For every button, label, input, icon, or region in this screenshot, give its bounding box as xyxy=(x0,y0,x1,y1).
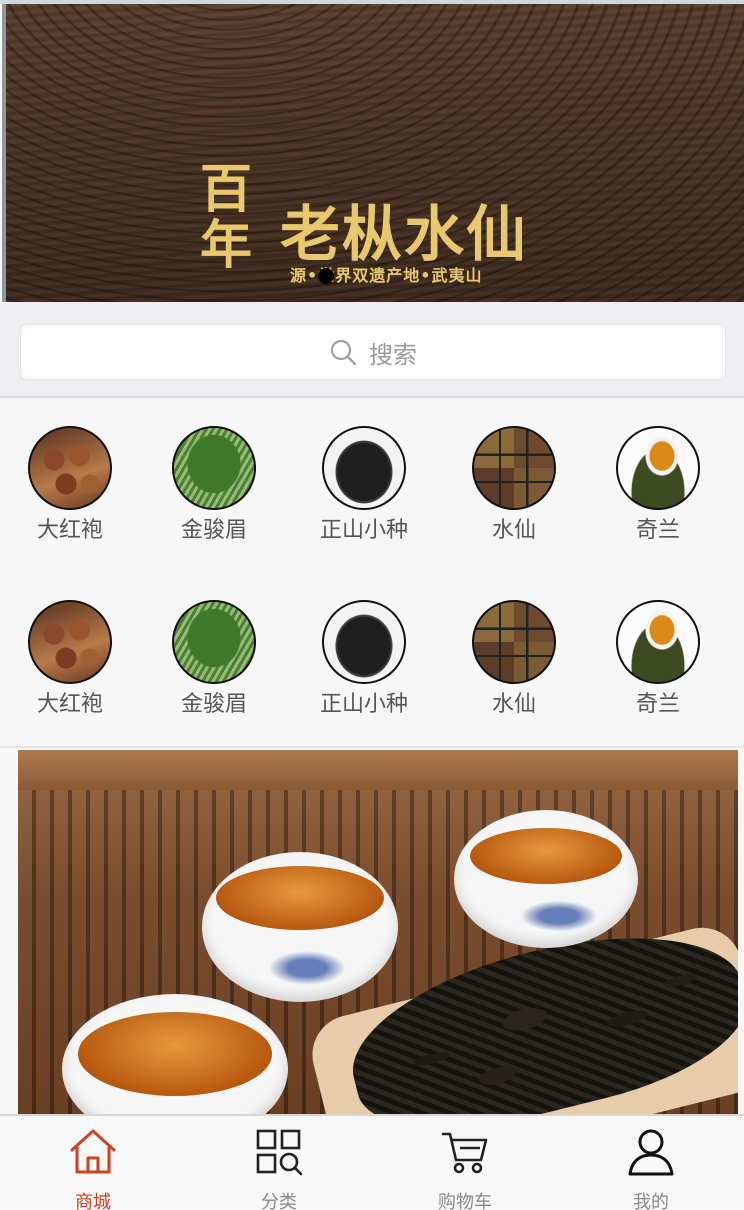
category-item-qilan[interactable]: 奇兰 xyxy=(588,400,728,543)
dahongpao-image xyxy=(28,426,112,510)
tea-liquid xyxy=(470,828,622,884)
banner-title-small: 百年 xyxy=(200,159,253,276)
tea-liquid xyxy=(216,866,384,930)
category-item-zhengshan-xiaozhong[interactable]: 正山小种 xyxy=(294,400,434,543)
featured-tea-image[interactable] xyxy=(18,750,738,1114)
promo-banner[interactable]: 百年 老枞水仙 源•世界双遗产地•武夷山 xyxy=(0,0,744,302)
search-placeholder: 搜索 xyxy=(369,340,417,369)
category-label: 金骏眉 xyxy=(180,518,247,543)
dahongpao-image xyxy=(28,600,112,684)
category-grid: 大红袍 金骏眉 正山小种 水仙 奇兰 大红袍 金骏眉 正山小种 水仙 奇兰 xyxy=(0,400,744,748)
jinjunmei-image xyxy=(172,600,256,684)
category-row: 大红袍 金骏眉 正山小种 水仙 奇兰 xyxy=(0,400,744,550)
category-item-shuixian[interactable]: 水仙 xyxy=(444,574,584,717)
category-label: 水仙 xyxy=(491,518,536,543)
qilan-image xyxy=(616,426,700,510)
cart-icon xyxy=(439,1126,491,1178)
banner-pagination-dot[interactable] xyxy=(318,268,334,284)
tab-mall[interactable]: 商城 xyxy=(0,1116,186,1210)
tab-mine[interactable]: 我的 xyxy=(558,1116,744,1210)
tab-category[interactable]: 分类 xyxy=(186,1116,372,1210)
zhengshan-xiaozhong-image xyxy=(322,600,406,684)
user-icon xyxy=(625,1126,677,1178)
category-label: 正山小种 xyxy=(319,518,408,543)
category-item-dahongpao[interactable]: 大红袍 xyxy=(0,400,140,543)
search-input[interactable]: 搜索 xyxy=(20,324,726,380)
tea-tray-edge xyxy=(18,750,738,790)
shuixian-image xyxy=(472,426,556,510)
category-item-zhengshan-xiaozhong[interactable]: 正山小种 xyxy=(294,574,434,717)
tab-label: 商城 xyxy=(75,1192,111,1210)
category-item-dahongpao[interactable]: 大红袍 xyxy=(0,574,140,717)
banner-title: 老枞水仙 xyxy=(280,200,528,270)
tab-label: 我的 xyxy=(633,1192,669,1210)
cup-pattern xyxy=(262,948,352,988)
qilan-image xyxy=(616,600,700,684)
category-label: 大红袍 xyxy=(36,692,103,717)
mall-home-page: 百年 老枞水仙 源•世界双遗产地•武夷山 搜索 大红袍 金骏眉 正山小种 水仙 … xyxy=(0,0,744,1210)
tea-liquid xyxy=(78,1012,272,1096)
tea-cup xyxy=(202,852,398,1002)
cup-pattern xyxy=(514,898,604,934)
jinjunmei-image xyxy=(172,426,256,510)
category-label: 大红袍 xyxy=(36,518,103,543)
tab-cart[interactable]: 购物车 xyxy=(372,1116,558,1210)
category-item-shuixian[interactable]: 水仙 xyxy=(444,400,584,543)
search-icon xyxy=(329,338,357,366)
tab-label: 购物车 xyxy=(438,1192,492,1210)
category-label: 正山小种 xyxy=(319,692,408,717)
zhengshan-xiaozhong-image xyxy=(322,426,406,510)
search-bar: 搜索 xyxy=(0,302,744,398)
category-label: 奇兰 xyxy=(635,518,680,543)
category-label: 水仙 xyxy=(491,692,536,717)
category-row: 大红袍 金骏眉 正山小种 水仙 奇兰 xyxy=(0,574,744,724)
category-item-jinjunmei[interactable]: 金骏眉 xyxy=(144,400,284,543)
category-label: 奇兰 xyxy=(635,692,680,717)
shuixian-image xyxy=(472,600,556,684)
bottom-tab-bar: 商城 分类 购物车 我的 xyxy=(0,1114,744,1210)
category-label: 金骏眉 xyxy=(180,692,247,717)
tea-cup xyxy=(62,994,288,1114)
category-grid-icon xyxy=(253,1126,305,1178)
category-item-jinjunmei[interactable]: 金骏眉 xyxy=(144,574,284,717)
tab-label: 分类 xyxy=(261,1192,297,1210)
tea-cup xyxy=(454,810,638,948)
home-icon xyxy=(67,1126,119,1178)
category-item-qilan[interactable]: 奇兰 xyxy=(588,574,728,717)
